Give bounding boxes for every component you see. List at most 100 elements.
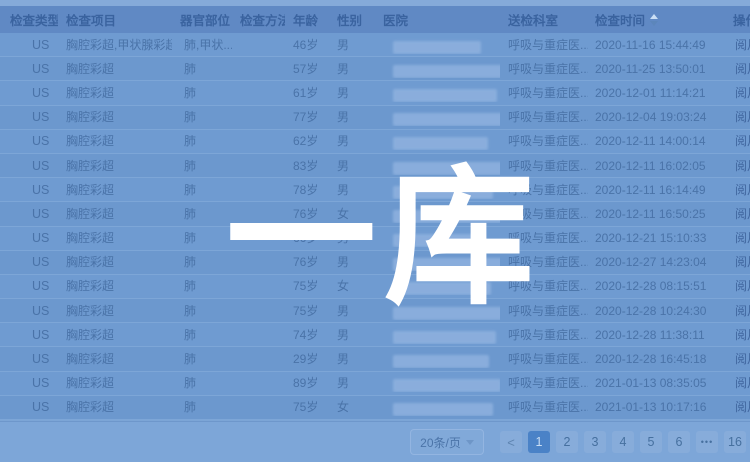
table-row[interactable]: US胸腔彩超肺74岁男呼吸与重症医...2020-12-28 11:38:11阅…: [0, 323, 750, 347]
chevron-down-icon: [466, 440, 474, 445]
view-images-link[interactable]: 阅片: [735, 159, 750, 173]
cell-type: US: [0, 395, 58, 419]
view-images-link[interactable]: 阅片: [735, 328, 750, 342]
page-ellipsis[interactable]: •••: [696, 431, 718, 453]
cell-action: 阅片: [725, 33, 750, 57]
table-row[interactable]: US胸腔彩超肺75岁男呼吸与重症医...2020-12-28 10:24:30阅…: [0, 299, 750, 323]
column-header-label: 检查类型: [10, 10, 58, 29]
cell-project: 胸腔彩超: [58, 299, 172, 323]
cell-organ: 肺: [172, 323, 232, 347]
cell-time: 2020-12-01 11:14:21: [588, 81, 725, 105]
view-images-link[interactable]: 阅片: [735, 400, 750, 414]
cell-age: 29岁: [285, 347, 330, 371]
column-header-hospital: 医院: [375, 10, 500, 29]
cell-age: 75岁: [285, 274, 330, 298]
view-images-link[interactable]: 阅片: [735, 134, 750, 148]
cell-gender: 男: [330, 33, 375, 57]
cell-action: 阅片: [725, 57, 750, 81]
cell-type: US: [0, 250, 58, 274]
cell-type: US: [0, 154, 58, 178]
page-button-16[interactable]: 16: [724, 431, 746, 453]
cell-dept: 呼吸与重症医...: [500, 154, 588, 178]
hospital-redacted-block: [393, 210, 500, 223]
cell-gender: 男: [330, 371, 375, 395]
cell-age: 78岁: [285, 178, 330, 202]
column-header-label: 性别: [337, 10, 362, 29]
column-header-label: 检查项目: [66, 10, 116, 29]
cell-gender: 女: [330, 274, 375, 298]
table-row[interactable]: US胸腔彩超,甲状腺彩超肺,甲状...46岁男呼吸与重症医...2020-11-…: [0, 33, 750, 57]
view-images-link[interactable]: 阅片: [735, 207, 750, 221]
page-size-select[interactable]: 20条/页: [410, 429, 484, 455]
cell-action: 阅片: [725, 323, 750, 347]
view-images-link[interactable]: 阅片: [735, 352, 750, 366]
cell-organ: 肺: [172, 81, 232, 105]
cell-action: 阅片: [725, 299, 750, 323]
cell-organ: 肺: [172, 250, 232, 274]
cell-dept: 呼吸与重症医...: [500, 178, 588, 202]
cell-project: 胸腔彩超: [58, 371, 172, 395]
pagination: 20条/页 < 123456 ••• 16: [0, 421, 750, 462]
cell-organ: 肺: [172, 105, 232, 129]
page-button-1[interactable]: 1: [528, 431, 550, 453]
column-header-gender: 性别: [330, 10, 375, 29]
view-images-link[interactable]: 阅片: [735, 231, 750, 245]
table-row[interactable]: US胸腔彩超肺78岁男呼吸与重症医...2020-12-11 16:14:49阅…: [0, 178, 750, 202]
view-images-link[interactable]: 阅片: [735, 110, 750, 124]
table-row[interactable]: US胸腔彩超肺75岁女呼吸与重症医...2021-01-13 10:17:16阅…: [0, 396, 750, 420]
cell-project: 胸腔彩超: [58, 250, 172, 274]
table-row[interactable]: US胸腔彩超肺77岁男呼吸与重症医...2020-12-04 19:03:24阅…: [0, 106, 750, 130]
page-button-4[interactable]: 4: [612, 431, 634, 453]
cell-age: 76岁: [285, 202, 330, 226]
prev-page-button[interactable]: <: [500, 431, 522, 453]
cell-time: 2020-12-11 16:02:05: [588, 154, 725, 178]
cell-gender: 男: [330, 299, 375, 323]
page-button-2[interactable]: 2: [556, 431, 578, 453]
cell-action: 阅片: [725, 81, 750, 105]
cell-age: 74岁: [285, 323, 330, 347]
table-row[interactable]: US胸腔彩超肺83岁男呼吸与重症医...2020-12-11 16:02:05阅…: [0, 154, 750, 178]
cell-project: 胸腔彩超: [58, 274, 172, 298]
view-images-link[interactable]: 阅片: [735, 376, 750, 390]
hospital-redacted-block: [393, 307, 500, 320]
cell-hospital: [375, 132, 500, 150]
table-row[interactable]: US胸腔彩超肺57岁男呼吸与重症医...2020-11-25 13:50:01阅…: [0, 57, 750, 81]
column-header-age: 年龄: [285, 10, 330, 29]
cell-time: 2020-11-16 15:44:49: [588, 33, 725, 57]
column-header-label: 年龄: [293, 10, 318, 29]
cell-hospital: [375, 108, 500, 126]
cell-dept: 呼吸与重症医...: [500, 371, 588, 395]
cell-gender: 男: [330, 178, 375, 202]
table-row[interactable]: US胸腔彩超肺75岁女呼吸与重症医...2020-12-28 08:15:51阅…: [0, 275, 750, 299]
column-header-time[interactable]: 检查时间: [588, 10, 725, 29]
cell-action: 阅片: [725, 105, 750, 129]
page-button-6[interactable]: 6: [668, 431, 690, 453]
cell-organ: 肺: [172, 274, 232, 298]
sort-asc-icon[interactable]: [650, 14, 658, 26]
view-images-link[interactable]: 阅片: [735, 304, 750, 318]
cell-organ: 肺: [172, 226, 232, 250]
view-images-link[interactable]: 阅片: [735, 62, 750, 76]
table-row[interactable]: US胸腔彩超肺76岁男呼吸与重症医...2020-12-27 14:23:04阅…: [0, 251, 750, 275]
view-images-link[interactable]: 阅片: [735, 86, 750, 100]
table-row[interactable]: US胸腔彩超肺89岁男呼吸与重症医...2021-01-13 08:35:05阅…: [0, 372, 750, 396]
view-images-link[interactable]: 阅片: [735, 255, 750, 269]
cell-project: 胸腔彩超: [58, 395, 172, 419]
table-row[interactable]: US胸腔彩超肺66岁男呼吸与重症医...2020-12-21 15:10:33阅…: [0, 227, 750, 251]
table-row[interactable]: US胸腔彩超肺76岁女呼吸与重症医...2020-12-11 16:50:25阅…: [0, 202, 750, 226]
cell-age: 61岁: [285, 81, 330, 105]
cell-hospital: [375, 253, 500, 271]
page-button-3[interactable]: 3: [584, 431, 606, 453]
cell-type: US: [0, 178, 58, 202]
view-images-link[interactable]: 阅片: [735, 38, 750, 52]
table-row[interactable]: US胸腔彩超肺61岁男呼吸与重症医...2020-12-01 11:14:21阅…: [0, 81, 750, 105]
table-row[interactable]: US胸腔彩超肺62岁男呼吸与重症医...2020-12-11 14:00:14阅…: [0, 130, 750, 154]
table-row[interactable]: US胸腔彩超肺29岁男呼吸与重症医...2020-12-28 16:45:18阅…: [0, 347, 750, 371]
page-button-5[interactable]: 5: [640, 431, 662, 453]
cell-project: 胸腔彩超,甲状腺彩超: [58, 33, 172, 57]
view-images-link[interactable]: 阅片: [735, 183, 750, 197]
column-header-label: 检查时间: [595, 10, 645, 29]
cell-action: 阅片: [725, 395, 750, 419]
hospital-redacted-block: [393, 355, 489, 368]
view-images-link[interactable]: 阅片: [735, 279, 750, 293]
